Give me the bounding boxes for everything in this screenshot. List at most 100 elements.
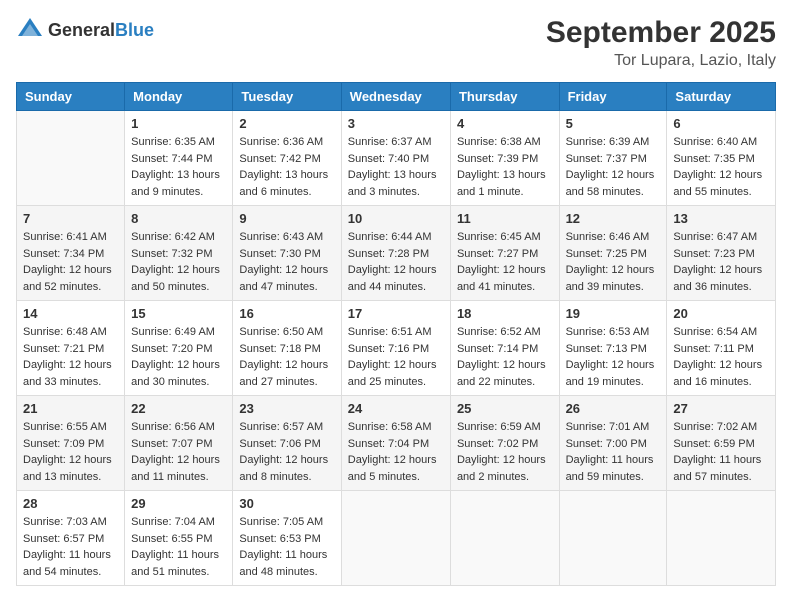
calendar-cell [341, 491, 450, 586]
day-info: Sunrise: 6:48 AMSunset: 7:21 PMDaylight:… [23, 324, 118, 390]
day-number: 19 [566, 306, 661, 321]
day-number: 13 [673, 211, 769, 226]
calendar-cell: 28Sunrise: 7:03 AMSunset: 6:57 PMDayligh… [17, 491, 125, 586]
calendar-cell: 29 Sunrise: 7:04 AMSunset: 6:55 PMDayligh… [125, 491, 233, 586]
day-info: Sunrise: 7:02 AMSunset: 6:59 PMDaylight:… [673, 419, 769, 485]
day-info: Sunrise: 6:57 AMSunset: 7:06 PMDaylight:… [239, 419, 334, 485]
day-number: 30 [239, 496, 334, 511]
calendar-cell: 1 Sunrise: 6:35 AMSunset: 7:44 PMDaylight… [125, 111, 233, 206]
title-block: September 2025 Tor Lupara, Lazio, Italy [546, 16, 776, 70]
calendar-cell: 2 Sunrise: 6:36 AMSunset: 7:42 PMDaylight… [233, 111, 341, 206]
calendar-cell: 22 Sunrise: 6:56 AMSunset: 7:07 PMDayligh… [125, 396, 233, 491]
calendar-cell: 16Sunrise: 6:50 AMSunset: 7:18 PMDayligh… [233, 301, 341, 396]
day-number: 24 [348, 401, 444, 416]
calendar-cell: 26 Sunrise: 7:01 AMSunset: 7:00 PMDayligh… [559, 396, 667, 491]
logo-icon [16, 16, 44, 44]
calendar-cell: 30 Sunrise: 7:05 AMSunset: 6:53 PMDayligh… [233, 491, 341, 586]
day-number: 23 [239, 401, 334, 416]
day-number: 3 [348, 116, 444, 131]
day-number: 7 [23, 211, 118, 226]
day-number: 25 [457, 401, 553, 416]
day-number: 14 [23, 306, 118, 321]
day-info: Sunrise: 6:35 AMSunset: 7:44 PMDaylight:… [131, 134, 226, 200]
calendar-cell [559, 491, 667, 586]
day-number: 11 [457, 211, 553, 226]
calendar-cell [667, 491, 776, 586]
weekday-header: Thursday [450, 83, 559, 111]
day-info: Sunrise: 6:41 AMSunset: 7:34 PMDaylight:… [23, 229, 118, 295]
location-title: Tor Lupara, Lazio, Italy [546, 52, 776, 70]
day-info: Sunrise: 7:04 AMSunset: 6:55 PMDaylight:… [131, 514, 226, 580]
day-info: Sunrise: 6:52 AMSunset: 7:14 PMDaylight:… [457, 324, 553, 390]
calendar-cell: 27 Sunrise: 7:02 AMSunset: 6:59 PMDayligh… [667, 396, 776, 491]
calendar-cell: 4 Sunrise: 6:38 AMSunset: 7:39 PMDaylight… [450, 111, 559, 206]
calendar-cell: 17Sunrise: 6:51 AMSunset: 7:16 PMDayligh… [341, 301, 450, 396]
day-number: 8 [131, 211, 226, 226]
calendar-cell: 3 Sunrise: 6:37 AMSunset: 7:40 PMDaylight… [341, 111, 450, 206]
day-number: 5 [566, 116, 661, 131]
day-info: Sunrise: 6:59 AMSunset: 7:02 PMDaylight:… [457, 419, 553, 485]
day-info: Sunrise: 6:40 AMSunset: 7:35 PMDaylight:… [673, 134, 769, 200]
day-info: Sunrise: 6:42 AMSunset: 7:32 PMDaylight:… [131, 229, 226, 295]
day-number: 6 [673, 116, 769, 131]
calendar-cell: 11 Sunrise: 6:45 AMSunset: 7:27 PMDayligh… [450, 206, 559, 301]
day-info: Sunrise: 6:51 AMSunset: 7:16 PMDaylight:… [348, 324, 444, 390]
day-number: 27 [673, 401, 769, 416]
day-number: 15 [131, 306, 226, 321]
calendar-cell: 6 Sunrise: 6:40 AMSunset: 7:35 PMDaylight… [667, 111, 776, 206]
day-number: 22 [131, 401, 226, 416]
month-title: September 2025 [546, 16, 776, 50]
weekday-header: Sunday [17, 83, 125, 111]
logo-blue-text: Blue [115, 20, 154, 40]
day-info: Sunrise: 6:36 AMSunset: 7:42 PMDaylight:… [239, 134, 334, 200]
day-number: 4 [457, 116, 553, 131]
calendar-cell: 5 Sunrise: 6:39 AMSunset: 7:37 PMDaylight… [559, 111, 667, 206]
calendar-cell: 21Sunrise: 6:55 AMSunset: 7:09 PMDayligh… [17, 396, 125, 491]
day-info: Sunrise: 6:56 AMSunset: 7:07 PMDaylight:… [131, 419, 226, 485]
day-number: 9 [239, 211, 334, 226]
calendar-row: 1 Sunrise: 6:35 AMSunset: 7:44 PMDaylight… [17, 111, 776, 206]
calendar-cell: 7 Sunrise: 6:41 AMSunset: 7:34 PMDaylight… [17, 206, 125, 301]
calendar-cell: 13Sunrise: 6:47 AMSunset: 7:23 PMDayligh… [667, 206, 776, 301]
day-info: Sunrise: 6:53 AMSunset: 7:13 PMDaylight:… [566, 324, 661, 390]
day-info: Sunrise: 6:44 AMSunset: 7:28 PMDaylight:… [348, 229, 444, 295]
day-info: Sunrise: 6:50 AMSunset: 7:18 PMDaylight:… [239, 324, 334, 390]
weekday-header: Tuesday [233, 83, 341, 111]
day-number: 2 [239, 116, 334, 131]
weekday-header: Wednesday [341, 83, 450, 111]
calendar-cell: 10 Sunrise: 6:44 AMSunset: 7:28 PMDayligh… [341, 206, 450, 301]
calendar-cell: 8 Sunrise: 6:42 AMSunset: 7:32 PMDaylight… [125, 206, 233, 301]
calendar-cell: 12Sunrise: 6:46 AMSunset: 7:25 PMDayligh… [559, 206, 667, 301]
day-number: 18 [457, 306, 553, 321]
day-info: Sunrise: 6:45 AMSunset: 7:27 PMDaylight:… [457, 229, 553, 295]
day-info: Sunrise: 6:43 AMSunset: 7:30 PMDaylight:… [239, 229, 334, 295]
day-number: 26 [566, 401, 661, 416]
page-header: GeneralBlue September 2025 Tor Lupara, L… [16, 16, 776, 70]
day-info: Sunrise: 6:55 AMSunset: 7:09 PMDaylight:… [23, 419, 118, 485]
day-info: Sunrise: 7:01 AMSunset: 7:00 PMDaylight:… [566, 419, 661, 485]
day-info: Sunrise: 7:05 AMSunset: 6:53 PMDaylight:… [239, 514, 334, 580]
calendar-table: SundayMondayTuesdayWednesdayThursdayFrid… [16, 82, 776, 586]
weekday-header: Friday [559, 83, 667, 111]
day-number: 29 [131, 496, 226, 511]
day-number: 1 [131, 116, 226, 131]
day-info: Sunrise: 6:49 AMSunset: 7:20 PMDaylight:… [131, 324, 226, 390]
day-info: Sunrise: 6:39 AMSunset: 7:37 PMDaylight:… [566, 134, 661, 200]
day-info: Sunrise: 6:38 AMSunset: 7:39 PMDaylight:… [457, 134, 553, 200]
calendar-cell: 19 Sunrise: 6:53 AMSunset: 7:13 PMDayligh… [559, 301, 667, 396]
weekday-header: Saturday [667, 83, 776, 111]
weekday-header: Monday [125, 83, 233, 111]
calendar-cell: 18 Sunrise: 6:52 AMSunset: 7:14 PMDayligh… [450, 301, 559, 396]
day-number: 20 [673, 306, 769, 321]
calendar-cell: 9 Sunrise: 6:43 AMSunset: 7:30 PMDaylight… [233, 206, 341, 301]
calendar-cell [17, 111, 125, 206]
calendar-row: 28Sunrise: 7:03 AMSunset: 6:57 PMDayligh… [17, 491, 776, 586]
day-info: Sunrise: 7:03 AMSunset: 6:57 PMDaylight:… [23, 514, 118, 580]
logo: GeneralBlue [16, 16, 154, 44]
day-number: 10 [348, 211, 444, 226]
day-number: 12 [566, 211, 661, 226]
calendar-cell [450, 491, 559, 586]
day-info: Sunrise: 6:37 AMSunset: 7:40 PMDaylight:… [348, 134, 444, 200]
calendar-header-row: SundayMondayTuesdayWednesdayThursdayFrid… [17, 83, 776, 111]
calendar-cell: 20Sunrise: 6:54 AMSunset: 7:11 PMDayligh… [667, 301, 776, 396]
